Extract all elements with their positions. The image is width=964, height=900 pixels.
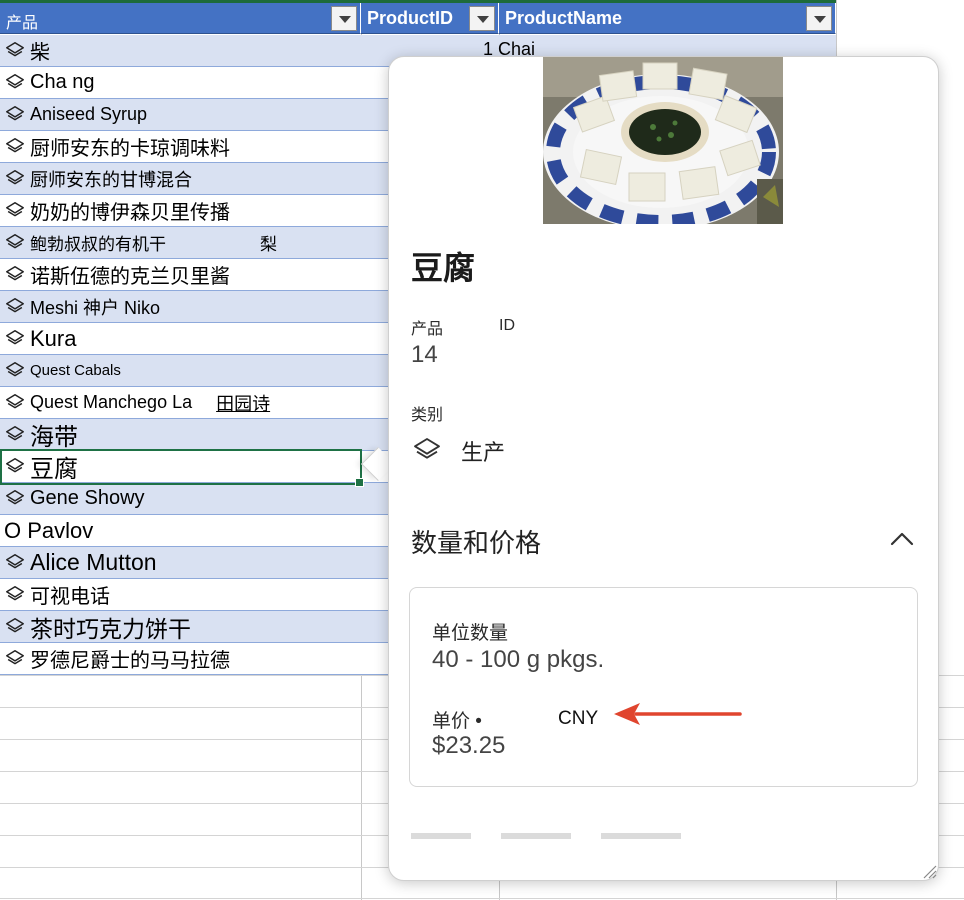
layers-icon xyxy=(6,137,24,152)
product-cell[interactable]: Quest Cabals xyxy=(4,355,121,386)
product-cell[interactable]: 厨师安东的卡琼调味料 xyxy=(4,131,230,162)
layers-icon xyxy=(6,41,24,56)
section-title[interactable]: 数量和价格 xyxy=(411,523,541,560)
product-name: 奶奶的博伊森贝里传播 xyxy=(30,202,230,224)
product-name: Quest Cabals xyxy=(30,362,121,379)
unit-price-value: $23.25 xyxy=(432,732,506,759)
product-cell[interactable]: 罗德尼爵士的马马拉德 xyxy=(4,643,230,674)
layers-icon xyxy=(6,233,24,248)
product-cell[interactable]: Gene Showy xyxy=(4,483,145,514)
product-name: Meshi 神户 Niko xyxy=(30,297,161,318)
layers-icon xyxy=(6,617,24,632)
grid-line xyxy=(0,898,964,899)
layers-icon xyxy=(6,585,24,600)
chevron-up-icon[interactable] xyxy=(889,529,915,549)
unit-quantity-value: 40 - 100 g pkgs. xyxy=(432,646,605,673)
product-name: 罗德尼爵士的马马拉德 xyxy=(30,650,230,672)
card-title: 豆腐 xyxy=(411,250,476,286)
product-name: Aniseed Syrup xyxy=(30,104,148,124)
data-type-card[interactable]: 豆腐 产品 ID 14 类别 生产 数量和价格 单位数量 40 - 100 g … xyxy=(388,56,939,881)
product-cell[interactable]: 海带 xyxy=(4,419,78,450)
product-cell[interactable]: Cha ng xyxy=(4,67,95,98)
column-header-label: ProductName xyxy=(505,8,623,28)
product-cell[interactable]: Quest Manchego La 田园诗 xyxy=(4,387,270,418)
product-cell[interactable]: Alice Mutton xyxy=(4,547,157,578)
product-cell[interactable]: Kura xyxy=(4,323,76,354)
layers-icon xyxy=(6,297,24,312)
product-name-overflow: 田园诗 xyxy=(216,393,271,414)
product-cell[interactable]: Aniseed Syrup xyxy=(4,99,147,130)
product-name: O Pavlov xyxy=(4,517,94,543)
layers-icon xyxy=(6,201,24,216)
unit-price-label: 单价 • xyxy=(432,711,482,732)
product-id-label: 产品 xyxy=(411,321,444,338)
layers-icon xyxy=(6,553,24,568)
layers-icon xyxy=(6,105,24,120)
quantity-price-panel: 单位数量 40 - 100 g pkgs. 单价 • CNY $23.25 xyxy=(409,587,918,787)
layers-icon xyxy=(6,265,24,280)
product-id-value: 14 xyxy=(411,341,438,368)
red-arrow-icon xyxy=(614,703,742,725)
category-label: 类别 xyxy=(411,407,444,424)
product-name: Quest Manchego La xyxy=(30,392,193,412)
column-header-productid[interactable]: ProductID xyxy=(361,3,499,34)
product-id-label-suffix: ID xyxy=(499,317,515,334)
product-name-overflow: 梨 xyxy=(260,235,277,254)
product-cell[interactable]: 柴 xyxy=(4,35,50,66)
layers-icon xyxy=(6,649,24,664)
product-name: 厨师安东的卡琼调味料 xyxy=(30,138,230,160)
product-cell[interactable]: 鲍勃叔叔的有机干 梨 xyxy=(4,227,277,258)
product-cell[interactable]: Meshi 神户 Niko xyxy=(4,291,160,322)
product-name: Gene Showy xyxy=(30,487,145,509)
product-name: 柴 xyxy=(30,42,50,64)
product-name: 可视电话 xyxy=(30,586,110,608)
product-name: 茶时巧克力饼干 xyxy=(30,615,191,642)
product-cell[interactable]: 茶时巧克力饼干 xyxy=(4,611,191,642)
product-name: Cha ng xyxy=(30,71,95,93)
category-value: 生产 xyxy=(461,440,506,465)
layers-icon xyxy=(6,457,24,472)
product-cell[interactable]: 可视电话 xyxy=(4,579,110,610)
filter-dropdown-icon[interactable] xyxy=(469,6,495,31)
layers-icon xyxy=(6,489,24,504)
layers-icon xyxy=(414,438,440,459)
filter-dropdown-icon[interactable] xyxy=(331,6,357,31)
column-header-label: 产品 xyxy=(6,15,39,32)
layers-icon xyxy=(6,393,24,408)
product-name: 厨师安东的甘博混合 xyxy=(30,169,192,190)
resize-grip-icon[interactable] xyxy=(920,862,938,880)
unit-quantity-label: 单位数量 xyxy=(432,623,509,644)
currency-label: CNY xyxy=(558,708,599,729)
product-name: Alice Mutton xyxy=(30,549,157,575)
product-cell[interactable]: 厨师安东的甘博混合 xyxy=(4,163,192,194)
product-name: 诺斯伍德的克兰贝里酱 xyxy=(30,266,230,288)
layers-icon xyxy=(6,73,24,88)
product-cell[interactable]: 诺斯伍德的克兰贝里酱 xyxy=(4,259,230,290)
layers-icon xyxy=(6,425,24,440)
category-link[interactable]: 生产 xyxy=(411,435,505,467)
product-name: 豆腐 xyxy=(30,456,78,483)
cut-off-section-heading xyxy=(411,833,681,839)
product-photo xyxy=(543,57,783,224)
product-name: 海带 xyxy=(30,424,78,451)
product-name: Kura xyxy=(30,325,77,351)
layers-icon xyxy=(6,329,24,344)
column-header-productname[interactable]: ProductName xyxy=(499,3,836,34)
product-cell[interactable]: 奶奶的博伊森贝里传播 xyxy=(4,195,230,226)
product-cell[interactable]: 豆腐 xyxy=(4,451,78,482)
product-cell[interactable]: O Pavlov xyxy=(4,515,93,546)
layers-icon xyxy=(6,169,24,184)
column-header-product[interactable]: 产品 xyxy=(0,3,361,34)
column-header-label: ProductID xyxy=(367,8,454,28)
fill-handle[interactable] xyxy=(355,478,364,487)
layers-icon xyxy=(6,361,24,376)
filter-dropdown-icon[interactable] xyxy=(806,6,832,31)
product-name: 鲍勃叔叔的有机干 xyxy=(30,235,166,254)
